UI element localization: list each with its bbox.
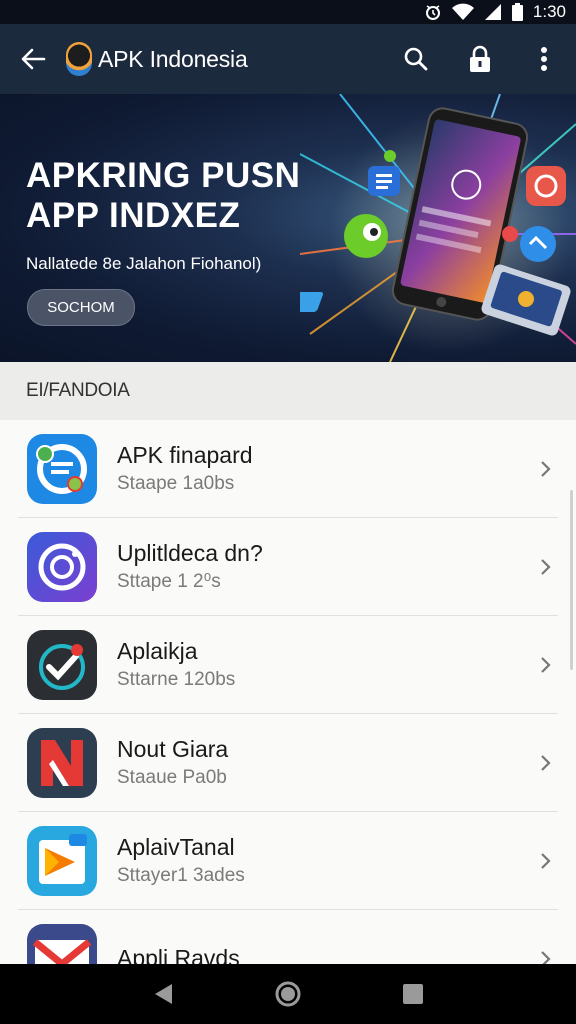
camera-ring-app-icon xyxy=(27,532,97,602)
chevron-right-icon xyxy=(516,950,576,964)
app-name: Nout Giara xyxy=(117,736,229,762)
search-button[interactable] xyxy=(384,24,448,94)
app-subtitle: Staape 1a0bs xyxy=(117,473,235,494)
list-item[interactable]: AplaivTanal Sttayer1 3ades xyxy=(0,812,576,910)
app-name: AplaivTanal xyxy=(117,834,235,860)
app-subtitle: Sttarne 120bs xyxy=(117,669,236,690)
checkmark-app-icon xyxy=(27,630,97,700)
app-title: APK Indonesia xyxy=(98,45,248,72)
lock-button[interactable] xyxy=(448,24,512,94)
app-subtitle: Sttayer1 3ades xyxy=(117,865,245,886)
mail-app-icon xyxy=(27,924,97,964)
app-subtitle: Sttape 1 2⁰s xyxy=(117,571,221,592)
chat-app-icon xyxy=(27,434,97,504)
n-letter-app-icon xyxy=(27,728,97,798)
app-name: APK finapard xyxy=(117,442,253,468)
lock-icon xyxy=(470,45,490,72)
list-item[interactable]: Uplitldeca dn? Sttape 1 2⁰s xyxy=(0,518,576,616)
chevron-right-icon xyxy=(516,852,576,870)
list-item[interactable]: Appli Ravds xyxy=(0,910,576,964)
arrow-back-icon xyxy=(21,48,46,70)
list-item[interactable]: Aplaikja Sttarne 120bs xyxy=(0,616,576,714)
app-name: Aplaikja xyxy=(117,638,198,664)
chevron-right-icon xyxy=(516,460,576,478)
square-recents-icon xyxy=(403,984,424,1004)
status-time: 1:30 xyxy=(532,2,566,21)
app-bar: APK Indonesia xyxy=(0,24,576,94)
status-bar: 1:30 xyxy=(0,0,576,24)
triangle-back-icon xyxy=(154,984,172,1004)
nav-recents-button[interactable] xyxy=(393,974,433,1014)
list-item[interactable]: APK finapard Staape 1a0bs xyxy=(0,420,576,518)
scrollbar[interactable] xyxy=(570,490,573,670)
home-circle-icon xyxy=(275,981,301,1007)
signal-icon xyxy=(484,3,502,21)
app-name: Appli Ravds xyxy=(117,945,240,964)
more-options-button[interactable] xyxy=(512,24,576,94)
play-store-app-icon xyxy=(27,826,97,896)
chevron-right-icon xyxy=(516,754,576,772)
nav-back-button[interactable] xyxy=(143,974,183,1014)
battery-icon xyxy=(511,3,523,21)
wifi-icon xyxy=(451,3,474,21)
list-item[interactable]: Nout Giara Staaue Pa0b xyxy=(0,714,576,812)
app-name: Uplitldeca dn? xyxy=(117,540,263,566)
section-header: EI/FANDOIA xyxy=(0,362,576,420)
hero-action-button[interactable]: SOCHOM xyxy=(27,289,135,326)
chevron-right-icon xyxy=(516,558,576,576)
alarm-icon xyxy=(424,3,442,21)
hero-banner[interactable]: APKRING PUSN APP INDXEZ Nallatede 8e Jal… xyxy=(0,94,576,362)
chevron-right-icon xyxy=(516,656,576,674)
more-vert-icon xyxy=(541,47,547,71)
app-subtitle: Staaue Pa0b xyxy=(117,767,227,788)
app-logo xyxy=(66,42,92,76)
search-icon xyxy=(404,47,428,71)
back-button[interactable] xyxy=(0,24,66,94)
hero-subtitle: Nallatede 8e Jalahon Fiohanol) xyxy=(26,254,262,273)
system-nav-bar xyxy=(0,964,576,1024)
app-list[interactable]: APK finapard Staape 1a0bs Uplitldeca dn?… xyxy=(0,420,576,964)
hero-title: APKRING PUSN APP INDXEZ xyxy=(26,156,301,235)
nav-home-button[interactable] xyxy=(268,974,308,1014)
